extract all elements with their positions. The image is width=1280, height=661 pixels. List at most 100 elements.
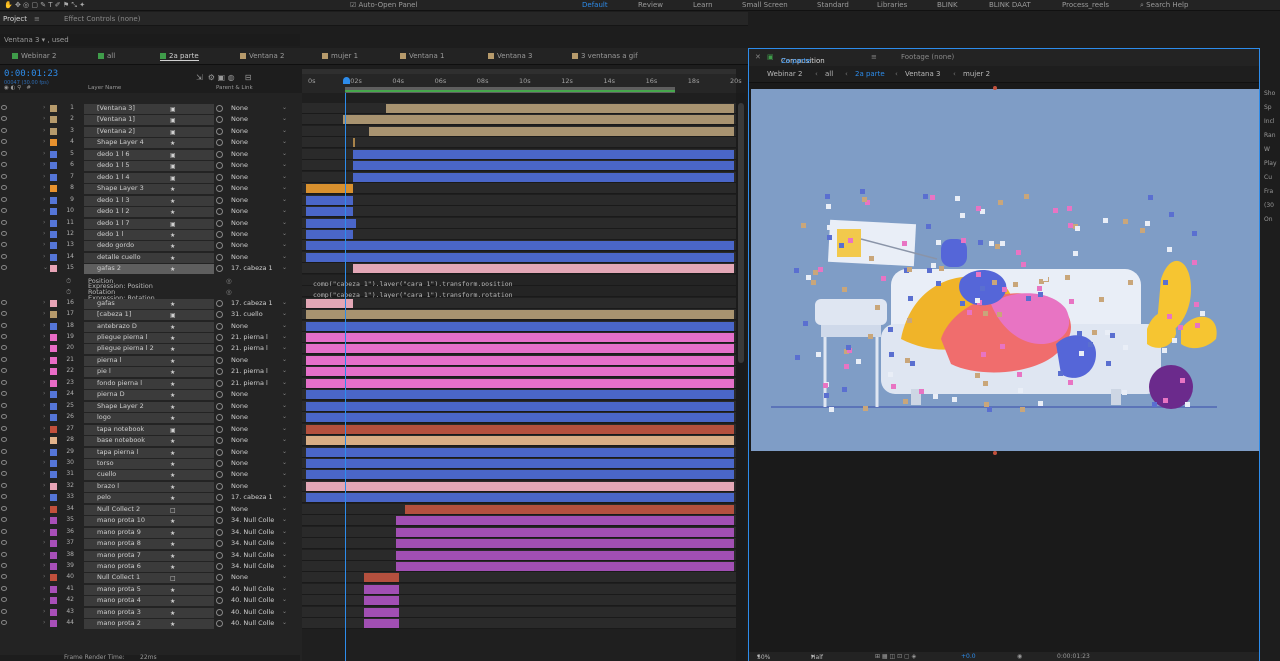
keyframe-handle[interactable] (1106, 361, 1112, 367)
label-color-swatch[interactable] (50, 574, 57, 582)
parent-select[interactable]: 40. Null Colle (231, 619, 287, 629)
keyframe-handle[interactable] (875, 305, 881, 311)
layer-name[interactable]: ★ fondo pierna l (84, 378, 214, 389)
keyframe-handle[interactable] (891, 383, 897, 389)
layer-name[interactable]: ▣ [Ventana 1] (84, 115, 214, 126)
layer-duration-bar[interactable] (353, 264, 734, 274)
layer-name[interactable]: ▣ tapa notebook (84, 424, 214, 435)
keyframe-handle[interactable] (803, 321, 809, 327)
keyframe-handle[interactable] (1123, 219, 1129, 225)
visibility-eye-icon[interactable] (1, 482, 7, 488)
parent-select[interactable]: None (231, 230, 287, 240)
project-tab[interactable]: Project (3, 15, 27, 23)
keyframe-handle[interactable] (1057, 371, 1063, 377)
layer-track[interactable] (302, 160, 736, 172)
pickwhip-icon[interactable] (216, 253, 223, 261)
chevron-right-icon[interactable]: › (43, 104, 45, 111)
chevron-down-icon[interactable]: ⌄ (282, 115, 287, 122)
keyframe-handle[interactable] (1192, 230, 1198, 236)
label-color-swatch[interactable] (50, 173, 57, 181)
visibility-eye-icon[interactable] (1, 608, 7, 614)
visibility-eye-icon[interactable] (1, 230, 7, 236)
chevron-right-icon[interactable]: › (43, 379, 45, 386)
layer-duration-bar[interactable] (396, 516, 734, 526)
layer-track[interactable] (302, 412, 736, 424)
chevron-right-icon[interactable]: › (43, 310, 45, 317)
pickwhip-icon[interactable] (216, 425, 223, 433)
pickwhip-icon[interactable] (216, 551, 223, 559)
panel-menu-icon[interactable]: ≡ (871, 53, 877, 61)
comp-breadcrumb-item[interactable]: Ventana 3 (905, 70, 940, 78)
keyframe-handle[interactable] (1180, 378, 1186, 384)
chevron-down-icon[interactable]: ⌄ (282, 344, 287, 351)
label-color-swatch[interactable] (50, 482, 57, 490)
anchor-top[interactable] (993, 86, 997, 90)
label-color-swatch[interactable] (50, 540, 57, 548)
visibility-eye-icon[interactable] (1, 185, 7, 191)
auto-open-checkbox[interactable]: ☑ Auto-Open Panel (350, 1, 417, 9)
visibility-eye-icon[interactable] (1, 299, 7, 305)
timeline-scrollbar[interactable] (736, 93, 746, 661)
keyframe-handle[interactable] (903, 399, 909, 405)
parent-select[interactable]: 21. pierna l (231, 379, 287, 389)
keyframe-handle[interactable] (1067, 205, 1073, 211)
layer-row[interactable]: › 44 ★ mano prota 2 40. Null Colle ⌄ (0, 618, 302, 630)
layer-row[interactable]: › 43 ★ mano prota 3 40. Null Colle ⌄ (0, 607, 302, 618)
chevron-right-icon[interactable]: › (43, 138, 45, 145)
chevron-right-icon[interactable]: › (43, 459, 45, 466)
keyframe-handle[interactable] (1185, 402, 1191, 408)
layer-duration-bar[interactable] (353, 161, 734, 171)
parent-select[interactable]: None (231, 505, 287, 515)
comp-tab-6[interactable]: Ventana 1 (400, 52, 444, 60)
keyframe-handle[interactable] (991, 280, 997, 286)
chevron-down-icon[interactable]: ⌄ (282, 207, 287, 214)
chevron-down-icon[interactable]: ⌄ (282, 562, 287, 569)
layer-row[interactable]: › 21 ★ pierna l None ⌄ (0, 355, 302, 366)
layer-row[interactable]: › 35 ★ mano prota 10 34. Null Colle ⌄ (0, 515, 302, 527)
pickwhip-icon[interactable] (216, 173, 223, 181)
parent-select[interactable]: 34. Null Colle (231, 516, 287, 526)
layer-track[interactable] (302, 515, 736, 527)
layer-row[interactable]: › 29 ★ tapa pierna l None ⌄ (0, 447, 302, 458)
layer-track[interactable] (302, 343, 736, 355)
layer-track[interactable] (302, 377, 736, 389)
workspace-5[interactable]: Standard (817, 1, 849, 9)
layer-track[interactable] (302, 263, 736, 275)
visibility-eye-icon[interactable] (1, 437, 7, 443)
chevron-down-icon[interactable]: ⌄ (282, 230, 287, 237)
layer-track[interactable] (302, 217, 736, 229)
keyframe-handle[interactable] (848, 238, 854, 244)
layer-row[interactable]: › 42 ★ mano prota 4 40. Null Colle ⌄ (0, 595, 302, 607)
visibility-eye-icon[interactable] (1, 379, 7, 385)
layer-track[interactable] (302, 526, 736, 538)
pickwhip-icon[interactable] (216, 505, 223, 513)
layer-track[interactable] (302, 320, 736, 332)
layer-row[interactable]: › 17 ▣ [cabeza 1] 31. cuello ⌄ (0, 309, 302, 321)
chevron-down-icon[interactable]: ⌄ (282, 127, 287, 134)
keyframe-handle[interactable] (805, 274, 811, 280)
keyframe-handle[interactable] (887, 327, 893, 333)
parent-select[interactable]: None (231, 436, 287, 446)
parent-select[interactable]: None (231, 459, 287, 469)
workspace-2[interactable]: Review (638, 1, 663, 9)
keyframe-handle[interactable] (982, 310, 988, 316)
chevron-down-icon[interactable]: ⌄ (282, 333, 287, 340)
layer-name[interactable]: ★ logo (84, 413, 214, 424)
parent-select[interactable]: 34. Null Colle (231, 528, 287, 538)
layer-track[interactable] (302, 538, 736, 550)
parent-select[interactable]: None (231, 127, 287, 137)
keyframe-handle[interactable] (1128, 279, 1134, 285)
layer-track[interactable] (302, 206, 736, 218)
layer-name[interactable]: ★ mano prota 9 (84, 527, 214, 538)
layer-track[interactable] (302, 137, 736, 149)
layer-row[interactable]: › 18 ★ antebrazo D None ⌄ (0, 321, 302, 332)
chevron-right-icon[interactable]: › (43, 551, 45, 558)
parent-select[interactable]: 21. pierna l (231, 333, 287, 343)
keyframe-handle[interactable] (1067, 222, 1073, 228)
layer-row[interactable]: › 7 ▣ dedo 1 l 4 None ⌄ (0, 172, 302, 183)
parent-select[interactable]: 21. pierna l (231, 344, 287, 354)
chevron-down-icon[interactable]: ⌄ (282, 241, 287, 248)
layer-row[interactable]: › 41 ★ mano prota 5 40. Null Colle ⌄ (0, 584, 302, 595)
chevron-down-icon[interactable]: ⌄ (282, 173, 287, 180)
current-timecode[interactable]: 0:00:01:23 (4, 69, 58, 79)
